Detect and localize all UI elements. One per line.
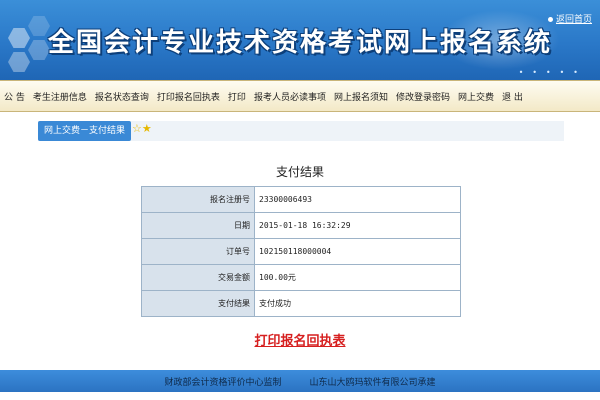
nav-item-announcement[interactable]: 公 告 bbox=[0, 90, 29, 103]
row-value: 23300006493 bbox=[254, 186, 461, 213]
table-row: 订单号 102150118000004 bbox=[141, 238, 461, 265]
bullet-icon bbox=[547, 17, 553, 22]
nav-item-print[interactable]: 打印 bbox=[224, 90, 250, 103]
row-label: 订单号 bbox=[141, 238, 255, 265]
footer-supervisor: 财政部会计资格评价中心监制 bbox=[164, 377, 282, 388]
breadcrumb: 网上交费－支付结果 bbox=[38, 121, 132, 141]
row-value: 2015-01-18 16:32:29 bbox=[254, 212, 461, 239]
nav-item-registration-info[interactable]: 考生注册信息 bbox=[29, 90, 91, 103]
nav-bar: 公 告 考生注册信息 报名状态查询 打印报名回执表 打印 报考人员必读事项 网上… bbox=[0, 80, 600, 112]
hexagon-decoration bbox=[8, 52, 30, 72]
payment-result-table: 报名注册号 23300006493 日期 2015-01-18 16:32:29… bbox=[141, 186, 461, 317]
row-value: 100.00元 bbox=[254, 264, 461, 291]
home-link-label: 返回首页 bbox=[555, 15, 592, 25]
row-value: 支付成功 bbox=[254, 290, 461, 317]
nav-item-online-payment[interactable]: 网上交费 bbox=[454, 90, 498, 103]
hexagon-decoration bbox=[28, 40, 50, 60]
row-label: 报名注册号 bbox=[141, 186, 255, 213]
row-label: 支付结果 bbox=[141, 290, 255, 317]
row-label: 交易金额 bbox=[141, 264, 255, 291]
header-banner: • • • • • 全国会计专业技术资格考试网上报名系统 返回首页 bbox=[0, 0, 600, 80]
footer-developer: 山东山大鸥玛软件有限公司承建 bbox=[309, 377, 436, 388]
footer: 财政部会计资格评价中心监制 山东山大鸥玛软件有限公司承建 bbox=[0, 370, 600, 392]
nav-item-print-receipt[interactable]: 打印报名回执表 bbox=[153, 90, 224, 103]
hexagon-decoration bbox=[28, 16, 50, 36]
table-row: 日期 2015-01-18 16:32:29 bbox=[141, 212, 461, 239]
hexagon-decoration bbox=[8, 28, 30, 48]
nav-item-change-password[interactable]: 修改登录密码 bbox=[392, 90, 454, 103]
nav-item-online-notice[interactable]: 网上报名须知 bbox=[330, 90, 392, 103]
nav-item-status-query[interactable]: 报名状态查询 bbox=[91, 90, 153, 103]
nav-item-logout[interactable]: 退 出 bbox=[498, 90, 527, 103]
star-icon: ☆★ bbox=[132, 122, 152, 135]
banner-dots: • • • • • bbox=[518, 68, 580, 77]
home-link[interactable]: 返回首页 bbox=[547, 12, 592, 25]
table-row: 支付结果 支付成功 bbox=[141, 290, 461, 317]
page-title: 支付结果 bbox=[275, 165, 324, 179]
table-row: 报名注册号 23300006493 bbox=[141, 186, 461, 213]
site-title: 全国会计专业技术资格考试网上报名系统 bbox=[48, 28, 553, 58]
print-receipt-link[interactable]: 打印报名回执表 bbox=[0, 330, 600, 349]
row-value: 102150118000004 bbox=[254, 238, 461, 265]
nav-item-must-read[interactable]: 报考人员必读事项 bbox=[250, 90, 330, 103]
table-row: 交易金额 100.00元 bbox=[141, 264, 461, 291]
row-label: 日期 bbox=[141, 212, 255, 239]
